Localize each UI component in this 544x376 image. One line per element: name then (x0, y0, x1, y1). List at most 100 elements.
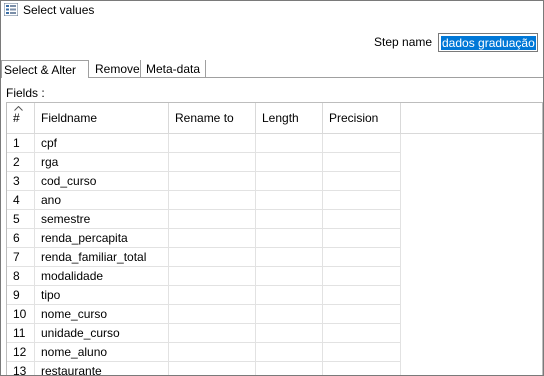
precision-cell[interactable] (323, 134, 401, 153)
fieldname-cell[interactable]: cod_curso (35, 172, 169, 191)
select-values-icon (4, 3, 18, 16)
length-cell[interactable] (256, 305, 323, 324)
precision-cell[interactable] (323, 210, 401, 229)
rename-to-cell[interactable] (169, 362, 256, 375)
header-length[interactable]: Length (256, 103, 323, 133)
precision-cell[interactable] (323, 267, 401, 286)
row-number-cell: 6 (7, 229, 35, 248)
fieldname-cell[interactable]: renda_percapita (35, 229, 169, 248)
fieldname-cell[interactable]: renda_familiar_total (35, 248, 169, 267)
rename-to-cell[interactable] (169, 305, 256, 324)
precision-cell[interactable] (323, 248, 401, 267)
table-row[interactable]: 10 nome_curso (7, 305, 542, 324)
table-row[interactable]: 7 renda_familiar_total (7, 248, 542, 267)
rename-to-cell[interactable] (169, 343, 256, 362)
fieldname-cell[interactable]: cpf (35, 134, 169, 153)
empty-cell (401, 134, 542, 153)
precision-cell[interactable] (323, 172, 401, 191)
table-row[interactable]: 9 tipo (7, 286, 542, 305)
tab-bar: Select & Alter Remove Meta-data (1, 60, 543, 78)
rename-to-cell[interactable] (169, 134, 256, 153)
fieldname-cell[interactable]: tipo (35, 286, 169, 305)
table-row[interactable]: 8 modalidade (7, 267, 542, 286)
table-row[interactable]: 3 cod_curso (7, 172, 542, 191)
header-number-label: # (13, 111, 20, 125)
length-cell[interactable] (256, 229, 323, 248)
header-fieldname[interactable]: Fieldname (35, 103, 169, 133)
header-precision[interactable]: Precision (323, 103, 401, 133)
empty-cell (401, 210, 542, 229)
precision-cell[interactable] (323, 362, 401, 375)
length-cell[interactable] (256, 343, 323, 362)
empty-cell (401, 286, 542, 305)
table-row[interactable]: 4 ano (7, 191, 542, 210)
table-row[interactable]: 2 rga (7, 153, 542, 172)
length-cell[interactable] (256, 267, 323, 286)
empty-cell (401, 191, 542, 210)
step-name-label: Step name (374, 35, 433, 49)
row-number-cell: 9 (7, 286, 35, 305)
rename-to-cell[interactable] (169, 324, 256, 343)
length-cell[interactable] (256, 210, 323, 229)
rename-to-cell[interactable] (169, 229, 256, 248)
fieldname-cell[interactable]: unidade_curso (35, 324, 169, 343)
table-row[interactable]: 13 restaurante (7, 362, 542, 375)
select-values-dialog: Select values Step name dados graduação … (0, 0, 544, 376)
fieldname-cell[interactable]: modalidade (35, 267, 169, 286)
fieldname-cell[interactable]: ano (35, 191, 169, 210)
step-name-value: dados graduação (441, 36, 536, 50)
fieldname-cell[interactable]: restaurante (35, 362, 169, 375)
length-cell[interactable] (256, 172, 323, 191)
table-row[interactable]: 12 nome_aluno (7, 343, 542, 362)
row-number-cell: 7 (7, 248, 35, 267)
table-row[interactable]: 5 semestre (7, 210, 542, 229)
rename-to-cell[interactable] (169, 172, 256, 191)
length-cell[interactable] (256, 324, 323, 343)
row-number-cell: 5 (7, 210, 35, 229)
empty-cell (401, 267, 542, 286)
length-cell[interactable] (256, 134, 323, 153)
header-number[interactable]: # (7, 103, 35, 133)
rename-to-cell[interactable] (169, 286, 256, 305)
precision-cell[interactable] (323, 286, 401, 305)
precision-cell[interactable] (323, 343, 401, 362)
tab-select-alter[interactable]: Select & Alter (1, 60, 89, 78)
empty-cell (401, 343, 542, 362)
step-name-input[interactable]: dados graduação (438, 33, 538, 52)
header-precision-label: Precision (329, 111, 379, 125)
table-row[interactable]: 1 cpf (7, 134, 542, 153)
fieldname-cell[interactable]: nome_aluno (35, 343, 169, 362)
row-number-cell: 12 (7, 343, 35, 362)
tab-remove[interactable]: Remove (93, 60, 141, 77)
row-number-cell: 8 (7, 267, 35, 286)
rename-to-cell[interactable] (169, 191, 256, 210)
header-fieldname-label: Fieldname (41, 111, 98, 125)
length-cell[interactable] (256, 286, 323, 305)
rename-to-cell[interactable] (169, 210, 256, 229)
fieldname-cell[interactable]: semestre (35, 210, 169, 229)
precision-cell[interactable] (323, 324, 401, 343)
precision-cell[interactable] (323, 229, 401, 248)
fields-table: # Fieldname Rename to Length Precision 1… (6, 102, 543, 375)
table-row[interactable]: 11 unidade_curso (7, 324, 542, 343)
tab-meta-data[interactable]: Meta-data (144, 60, 206, 77)
rename-to-cell[interactable] (169, 248, 256, 267)
header-rename-to[interactable]: Rename to (169, 103, 256, 133)
row-number-cell: 10 (7, 305, 35, 324)
length-cell[interactable] (256, 248, 323, 267)
rename-to-cell[interactable] (169, 153, 256, 172)
precision-cell[interactable] (323, 191, 401, 210)
precision-cell[interactable] (323, 305, 401, 324)
fieldname-cell[interactable]: rga (35, 153, 169, 172)
table-row[interactable]: 6 renda_percapita (7, 229, 542, 248)
length-cell[interactable] (256, 191, 323, 210)
fieldname-cell[interactable]: nome_curso (35, 305, 169, 324)
length-cell[interactable] (256, 153, 323, 172)
title-bar: Select values (1, 1, 543, 21)
rename-to-cell[interactable] (169, 267, 256, 286)
empty-cell (401, 172, 542, 191)
tab-remove-label: Remove (95, 62, 140, 76)
length-cell[interactable] (256, 362, 323, 375)
precision-cell[interactable] (323, 153, 401, 172)
empty-cell (401, 153, 542, 172)
